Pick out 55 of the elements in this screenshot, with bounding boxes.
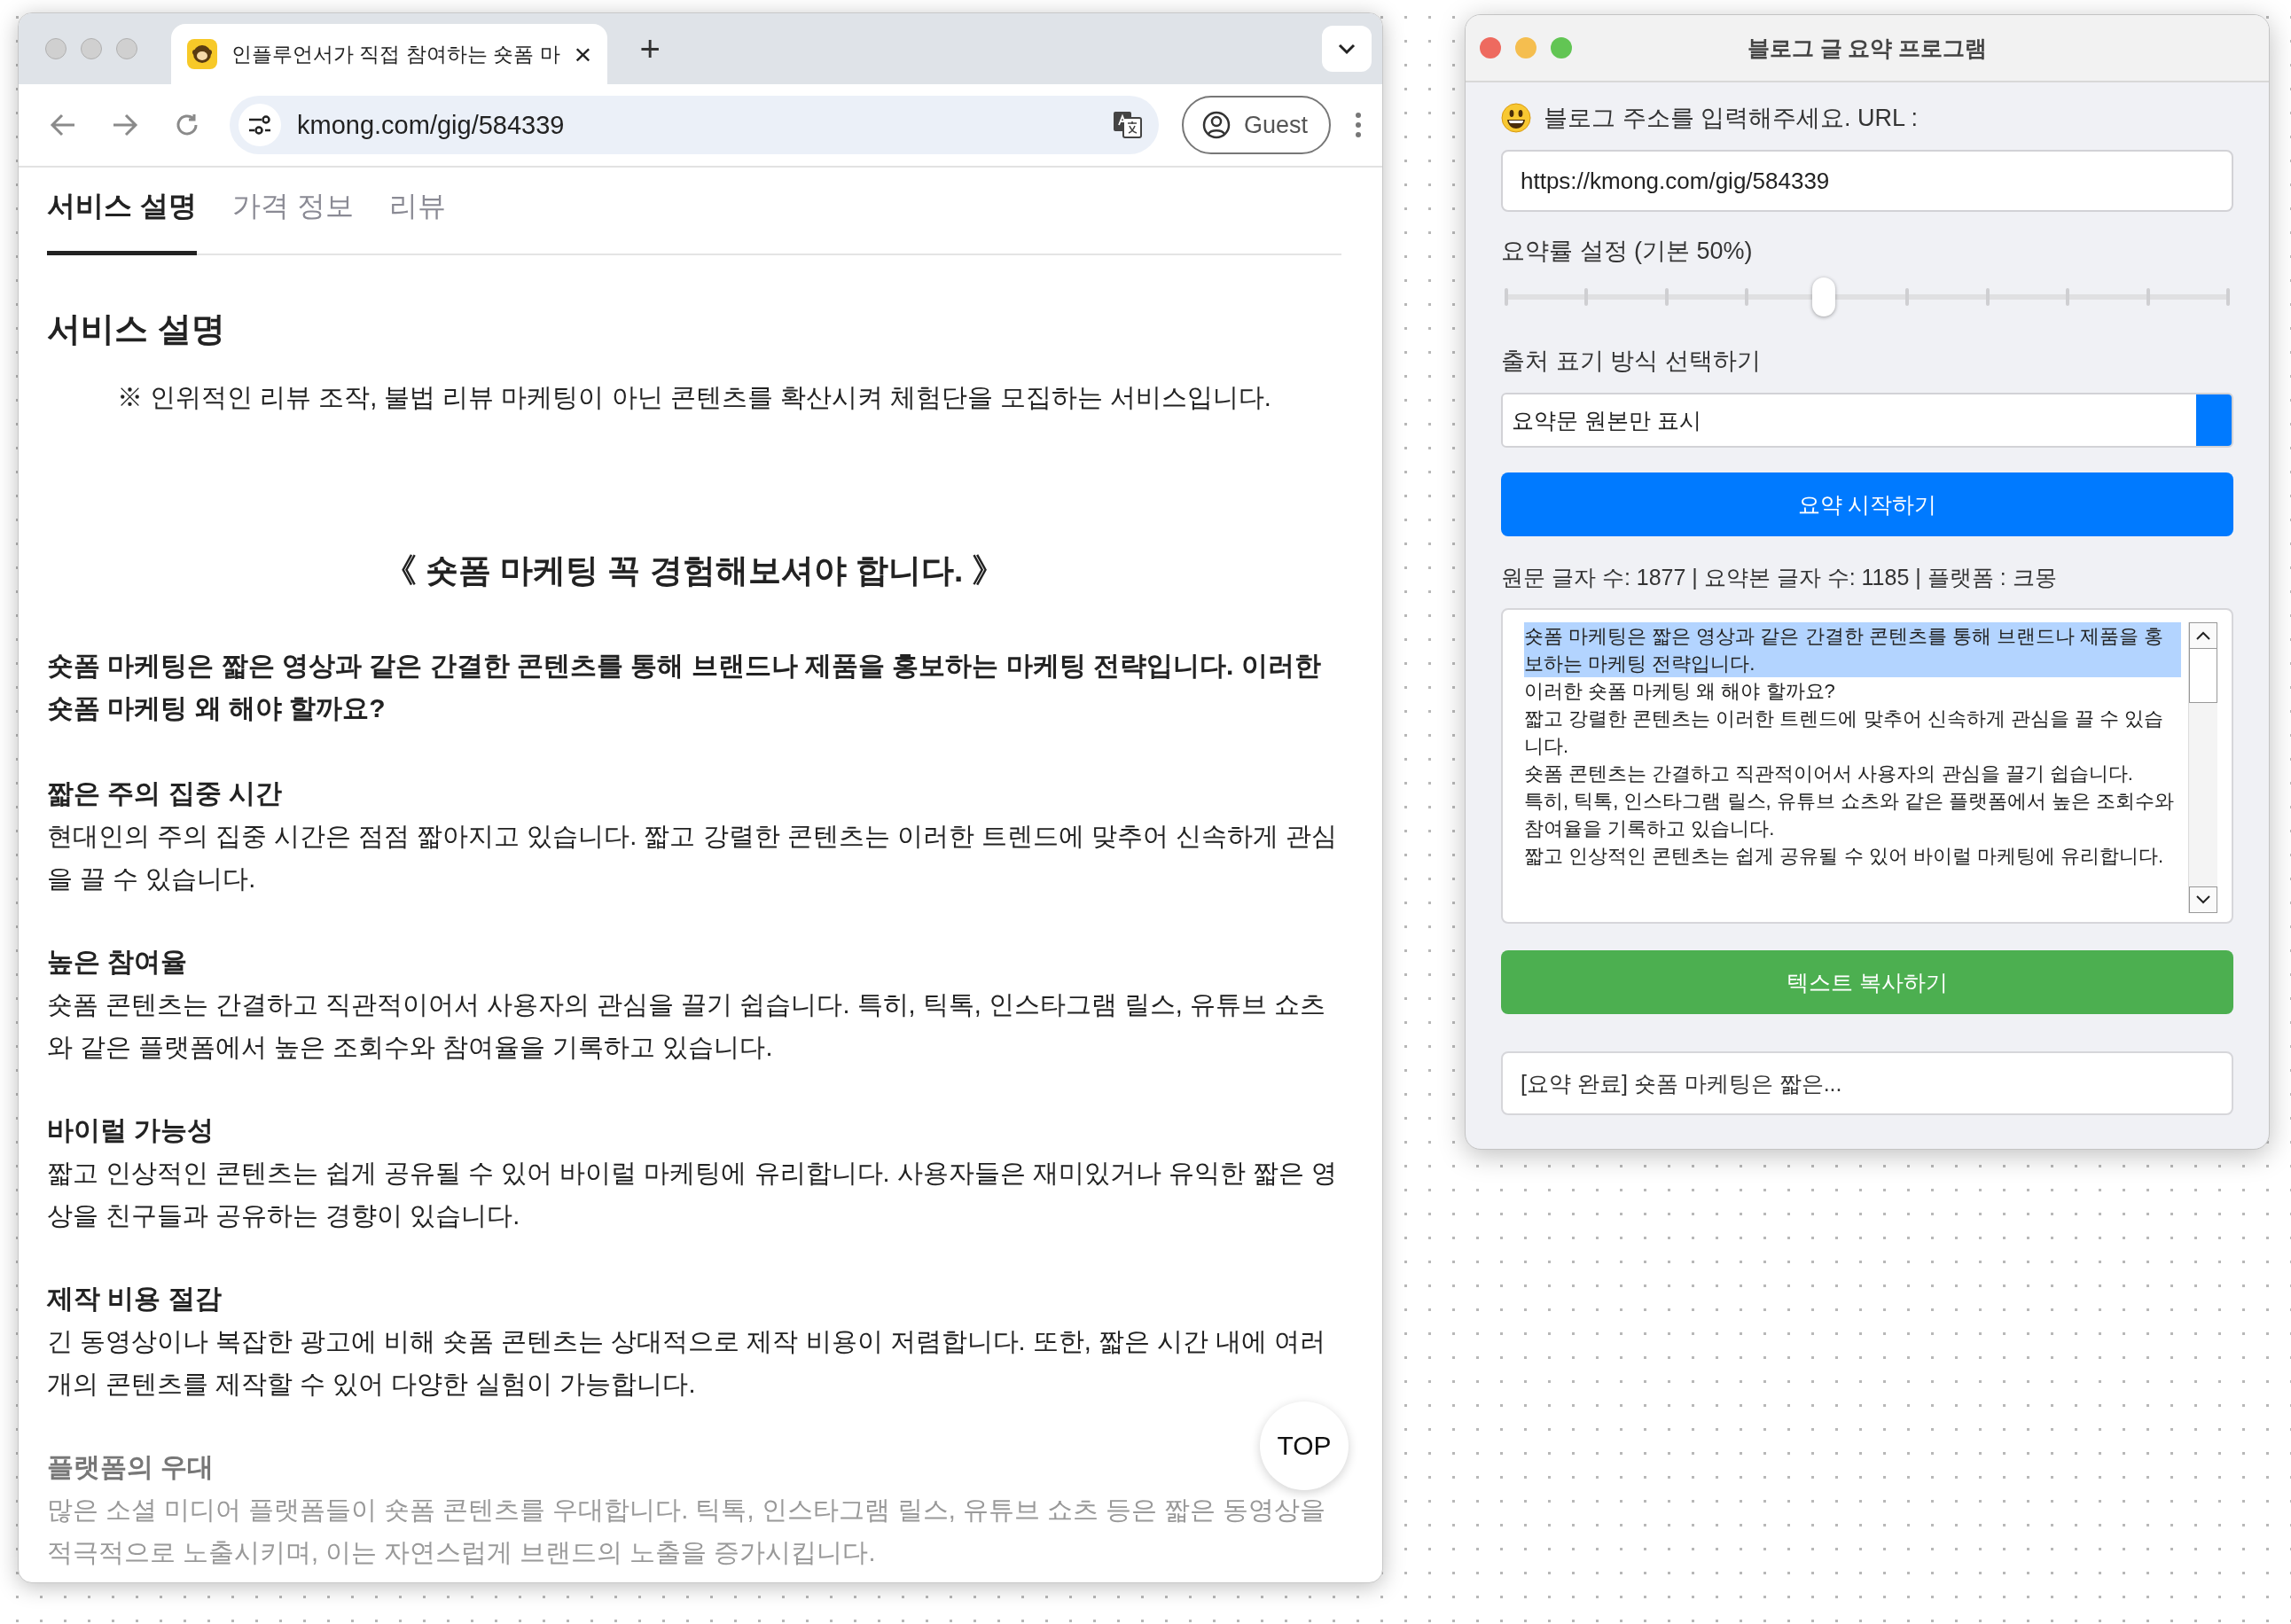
- notice-text: ※ 인위적인 리뷰 조작, 불법 리뷰 마케팅이 아닌 콘텐츠를 확산시켜 체험단을 모집하는 서비스입니다.: [116, 382, 1272, 413]
- summary-textarea[interactable]: [1501, 608, 2233, 924]
- person-icon: [1200, 110, 1232, 140]
- browser-tab[interactable]: 인플루언서가 직접 참여하는 숏폼 마 ×: [171, 24, 608, 84]
- paragraph: 숏폼 콘텐츠는 간결하고 직관적이어서 사용자의 관심을 끌기 쉽습니다. 특히, 틱톡, 인스타그램 릴스, 유튜브 쇼츠와 같은 플랫폼에서 높은 조회수와 참여율을 기록하고 있습니다.: [47, 989, 1326, 1063]
- subsection-heading: 짧은 주의 집중 시간: [47, 777, 282, 809]
- scroll-top-button[interactable]: TOP: [1260, 1401, 1349, 1490]
- window-title: 블로그 글 요약 프로그램: [1746, 34, 1989, 62]
- window-control[interactable]: [1551, 37, 1572, 59]
- chevron-down-icon: [1337, 43, 1357, 55]
- scrollbar-thumb[interactable]: [2189, 648, 2217, 703]
- smiley-icon: [1501, 103, 1531, 133]
- summary-line: 짧고 강렬한 콘텐츠는 이러한 트렌드에 맞추어 신속하게 관심을 끌 수 있습니다.: [1524, 707, 2165, 759]
- slider-thumb[interactable]: [1811, 277, 1835, 316]
- window-control[interactable]: [1480, 37, 1501, 59]
- site-settings-icon[interactable]: [238, 104, 281, 146]
- stats-text: 원문 글자 수: 1877 | 요약본 글자 수: 1185 | 플랫폼 : 크몽: [1501, 564, 2058, 591]
- subsection-heading: 높은 참여율: [47, 946, 188, 978]
- profile-button[interactable]: Guest: [1181, 96, 1331, 154]
- summary-line: 숏폼 콘텐츠는 간결하고 직관적이어서 사용자의 관심을 끌기 쉽습니다.: [1524, 761, 2133, 786]
- paragraph: 긴 동영상이나 복잡한 광고에 비해 숏폼 콘텐츠는 상대적으로 제작 비용이 저렴합니다. 또한, 짧은 시간 내에 여러 개의 콘텐츠를 제작할 수 있어 다양한 실험이 가능합니다.: [47, 1326, 1326, 1400]
- tab-search-button[interactable]: [1322, 26, 1372, 72]
- address-bar[interactable]: kmong.com/gig/584339: [230, 96, 1159, 154]
- more-icon[interactable]: [1354, 111, 1363, 139]
- tab-title: 인플루언서가 직접 참여하는 숏폼 마: [231, 41, 560, 67]
- monkey-icon: [187, 39, 217, 69]
- new-tab-button[interactable]: +: [634, 30, 666, 67]
- translate-icon[interactable]: [1112, 111, 1143, 139]
- subsection-heading: 플랫폼의 우대: [47, 1451, 215, 1483]
- paragraph: 많은 소셜 미디어 플랫폼들이 숏폼 콘텐츠를 우대합니다. 틱톡, 인스타그램 릴스, 유튜브 쇼츠 등은 짧은 동영상을 적극적으로 노출시키며, 이는 자연스럽게 브랜드의 노출을 증가시킵니다.: [47, 1495, 1326, 1568]
- paragraph: 짧고 인상적인 콘텐츠는 쉽게 공유될 수 있어 바이럴 마케팅에 유리합니다. 사용자들은 재미있거나 유익한 짧은 영상을 친구들과 공유하는 경향이 있습니다.: [47, 1158, 1338, 1231]
- summary-line: 짧고 인상적인 콘텐츠는 쉽게 공유될 수 있어 바이럴 마케팅에 유리합니다.: [1524, 844, 2164, 869]
- field-label: 요약률 설정 (기본 50%): [1501, 237, 1753, 266]
- forward-icon[interactable]: [112, 113, 138, 137]
- summary-line: 특히, 틱톡, 인스타그램 릴스, 유튜브 쇼츠와 같은 플랫폼에서 높은 조회수와 참여율을 기록하고 있습니다.: [1524, 789, 2176, 841]
- subsection-heading: 바이럴 가능성: [47, 1114, 215, 1146]
- source-dropdown[interactable]: 요약문 원본만 표시: [1501, 393, 2233, 448]
- intro-paragraph: 숏폼 마케팅은 짧은 영상과 같은 간결한 콘텐츠를 통해 브랜드나 제품을 홍보하는 마케팅 전략입니다. 이러한 숏폼 마케팅 왜 해야 할까요?: [47, 650, 1322, 724]
- page-tab[interactable]: 서비스 설명: [47, 187, 197, 255]
- close-button[interactable]: ×: [574, 39, 592, 69]
- chevron-down-icon[interactable]: [2195, 894, 2211, 905]
- paragraph: 현대인의 주의 집중 시간은 점점 짧아지고 있습니다. 짧고 강렬한 콘텐츠는 이러한 트렌드에 맞추어 신속하게 관심을 끌 수 있습니다.: [47, 821, 1338, 894]
- url-field[interactable]: https://kmong.com/gig/584339: [1501, 150, 2233, 212]
- field-label: 블로그 주소를 입력해주세요. URL :: [1544, 104, 1919, 133]
- status-field: [요약 완료] 숏폼 마케팅은 짧은...: [1501, 1051, 2233, 1115]
- scrollbar[interactable]: [2188, 622, 2217, 913]
- field-label: 출처 표기 방식 선택하기: [1501, 347, 1761, 376]
- summary-line: 이러한 숏폼 마케팅 왜 해야 할까요?: [1524, 679, 1835, 704]
- back-icon[interactable]: [50, 113, 76, 137]
- section-heading: 서비스 설명: [47, 309, 226, 349]
- start-button[interactable]: 요약 시작하기: [1501, 472, 2233, 536]
- subsection-heading: 제작 비용 절감: [47, 1283, 222, 1315]
- chevron-up-icon[interactable]: [2195, 630, 2211, 641]
- url-text: kmong.com/gig/584339: [297, 110, 566, 140]
- article-title: 《 숏폼 마케팅 꼭 경험해보셔야 합니다. 》: [382, 551, 1006, 590]
